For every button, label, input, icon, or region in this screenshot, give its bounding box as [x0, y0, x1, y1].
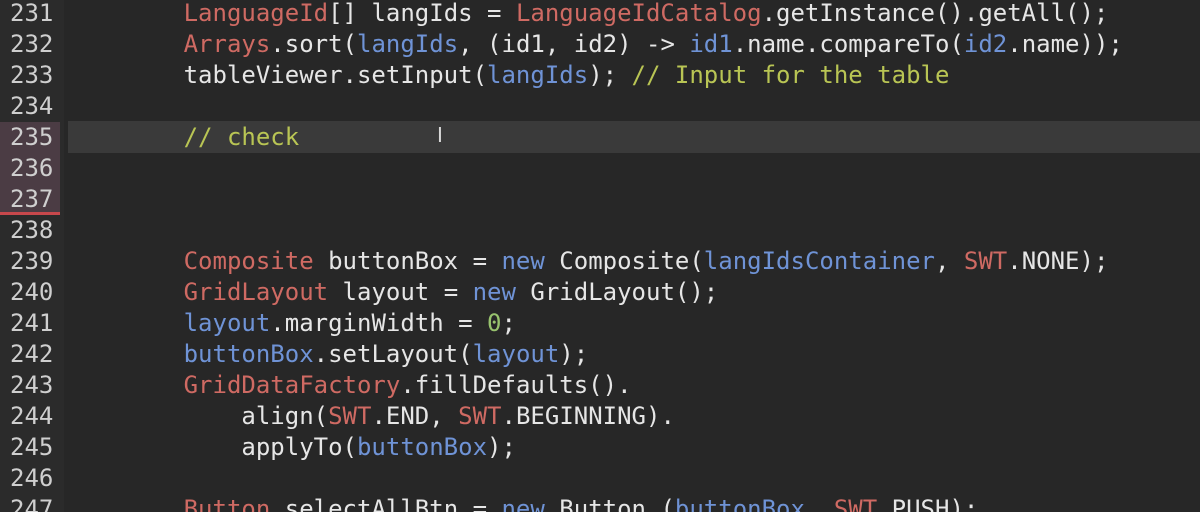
code-token: langIds	[357, 30, 459, 58]
code-token: .NONE);	[1007, 247, 1109, 275]
code-line[interactable]: Button selectAllBtn = new Button (button…	[68, 494, 979, 512]
line-number: 237	[0, 184, 60, 215]
code-token: ,	[804, 495, 834, 512]
code-token: .name.compareTo(	[732, 30, 964, 58]
code-token: GridLayout();	[515, 278, 719, 306]
code-line[interactable]: applyTo(buttonBox);	[68, 432, 516, 463]
code-token: .sort(	[270, 30, 357, 58]
code-token: applyTo(	[241, 433, 357, 461]
code-token: // check	[183, 123, 300, 151]
line-number: 245	[10, 433, 54, 461]
code-token: );	[588, 61, 632, 89]
code-token: GridLayout	[183, 278, 329, 306]
code-line[interactable]: LanguageId[] langIds = LanguageIdCatalog…	[68, 0, 1109, 29]
line-number: 247	[10, 495, 54, 512]
code-line[interactable]: layout.marginWidth = 0;	[68, 308, 516, 339]
line-number: 235	[0, 122, 60, 153]
code-token: , (id1, id2) ->	[458, 30, 690, 58]
code-token: buttonBox	[183, 340, 314, 368]
code-token: Composite	[183, 247, 314, 275]
code-token: layout	[183, 309, 271, 337]
line-number: 232	[10, 30, 54, 58]
code-token: new	[501, 247, 545, 275]
code-token: selectAllBtn =	[270, 495, 502, 512]
code-token: SWT	[833, 495, 878, 512]
code-token: Button (	[544, 495, 675, 512]
code-line[interactable]: tableViewer.setInput(langIds); // Input …	[68, 60, 950, 91]
code-token: .fillDefaults().	[400, 371, 632, 399]
code-token: tableViewer.setInput(	[183, 61, 488, 89]
code-token: ,	[934, 247, 964, 275]
code-line[interactable]: Composite buttonBox = new Composite(lang…	[68, 246, 1109, 277]
code-line[interactable]: // check	[68, 122, 300, 153]
line-number: 236	[0, 153, 60, 184]
code-token: .marginWidth =	[270, 309, 488, 337]
code-token: // Input for the table	[631, 61, 950, 89]
code-token: langIds	[487, 61, 589, 89]
line-number: 233	[10, 61, 54, 89]
code-token: Button	[183, 495, 271, 512]
code-token: [] langIds =	[328, 0, 516, 27]
code-token: );	[559, 340, 589, 368]
code-token: Composite(	[544, 247, 704, 275]
code-line[interactable]: GridDataFactory.fillDefaults().	[68, 370, 632, 401]
code-line[interactable]: GridLayout layout = new GridLayout();	[68, 277, 719, 308]
code-token: LanguageIdCatalog	[515, 0, 762, 27]
code-token: .setLayout(	[313, 340, 473, 368]
code-token: align(	[241, 402, 329, 430]
code-token: GridDataFactory	[183, 371, 401, 399]
line-number: 246	[10, 464, 54, 492]
code-token: SWT	[458, 402, 502, 430]
text-cursor-icon: I	[437, 123, 443, 147]
code-editor[interactable]: 231 232 233 234 235 236 237 238 239 240 241 242 243 2…	[0, 0, 1200, 512]
code-line[interactable]: Arrays.sort(langIds, (id1, id2) -> id1.n…	[68, 29, 1123, 60]
code-token: .getInstance().getAll();	[761, 0, 1109, 27]
line-number: 242	[10, 340, 54, 368]
code-token: Arrays	[183, 30, 271, 58]
line-number: 240	[10, 278, 54, 306]
code-token: LanguageId	[183, 0, 329, 27]
line-number: 231	[10, 0, 54, 27]
code-token: .name));	[1007, 30, 1123, 58]
code-token: .PUSH);	[877, 495, 979, 512]
code-token: buttonBox	[674, 495, 805, 512]
code-line[interactable]: align(SWT.END, SWT.BEGINNING).	[68, 401, 675, 432]
code-token: layout	[472, 340, 560, 368]
line-number: 239	[10, 247, 54, 275]
code-token: .END,	[371, 402, 459, 430]
line-number: 234	[10, 92, 54, 120]
code-token: SWT	[328, 402, 372, 430]
code-token: langIdsContainer	[703, 247, 935, 275]
line-number: 244	[10, 402, 54, 430]
line-number-gutter: 231 232 233 234 235 236 237 238 239 240 241 242 243 2…	[0, 0, 64, 512]
code-token: buttonBox	[356, 433, 488, 461]
code-token: 0	[487, 309, 502, 337]
line-number: 238	[10, 216, 54, 244]
code-token: layout =	[328, 278, 473, 306]
code-token: SWT	[963, 247, 1008, 275]
code-token: new	[501, 495, 545, 512]
line-number: 241	[10, 309, 54, 337]
code-token: ;	[501, 309, 516, 337]
code-line[interactable]: buttonBox.setLayout(layout);	[68, 339, 589, 370]
code-token: new	[472, 278, 516, 306]
code-token: .BEGINNING).	[501, 402, 675, 430]
code-token: id2	[963, 30, 1008, 58]
code-token: buttonBox =	[313, 247, 502, 275]
line-number: 243	[10, 371, 54, 399]
code-token: id1	[689, 30, 733, 58]
code-token: );	[487, 433, 516, 461]
